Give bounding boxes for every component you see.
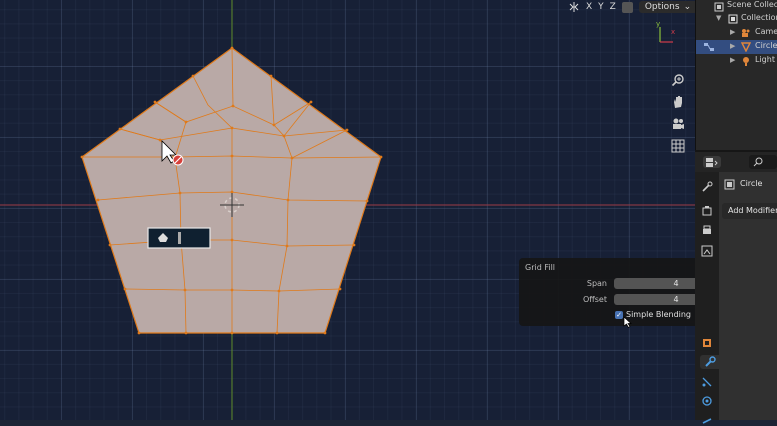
scene-collection-icon [714,2,724,12]
mirror-x-toggle[interactable]: X [586,2,592,12]
tool-tab-icon[interactable] [700,180,714,194]
keycast-overlay [147,227,211,249]
chevron-right-icon[interactable]: ▶ [730,56,735,64]
outliner-item-camera[interactable]: ▶ Camera [696,26,777,40]
gizmo-x-label: x [671,28,675,36]
mirror-axis-icon[interactable] [568,1,580,13]
mesh-canvas[interactable]: x y [0,0,695,420]
add-modifier-button[interactable]: Add Modifier [722,203,777,219]
gizmo-y-label: y [656,20,660,28]
viewport-header-tools: X Y Z Options ⌄ [568,0,695,14]
chevron-right-icon[interactable]: ▶ [730,28,735,36]
xray-toggle-icon[interactable] [621,1,633,13]
chevron-down-icon[interactable]: ▼ [716,14,721,22]
offset-field[interactable]: 4 [614,294,695,305]
mirror-z-toggle[interactable]: Z [610,2,616,12]
modifier-wrench-tab-icon[interactable] [700,355,719,369]
render-tab-icon[interactable] [700,204,714,218]
mesh-object-icon [741,42,751,52]
camera-view-icon[interactable] [669,115,687,133]
constraints-tab-icon[interactable] [700,412,714,426]
object-data-icon [724,179,735,190]
camera-icon [742,29,750,37]
outliner-panel[interactable]: Scene Collection ▼ Collection ▶ Camera ▶… [695,0,777,150]
options-dropdown[interactable]: Options ⌄ [638,1,695,13]
outliner-label: Light [755,55,775,64]
simple-blending-label[interactable]: Simple Blending [626,310,691,319]
view-layer-tab-icon[interactable] [700,244,714,258]
options-label: Options [644,2,680,12]
outliner-label: Circle [755,41,777,50]
simple-blending-checkbox[interactable]: ✓ [615,311,623,319]
pan-hand-icon[interactable] [669,93,687,111]
output-tab-icon[interactable] [700,224,714,238]
physics-tab-icon[interactable] [700,394,714,408]
outliner-item-light[interactable]: ▶ Light [696,54,777,68]
zoom-icon[interactable] [669,71,687,89]
span-label: Span [586,279,607,288]
collection-icon [728,14,738,24]
properties-content: Circle Add Modifier [719,172,777,420]
mirror-y-toggle[interactable]: Y [598,2,604,12]
search-field[interactable] [749,155,777,169]
panel-title[interactable]: Grid Fill [525,263,555,272]
outliner-item-collection[interactable]: ▼ Collection [696,12,777,26]
outliner-label: Scene Collection [727,0,777,9]
outliner-label: Camera [755,27,777,36]
particles-tab-icon[interactable] [700,375,714,389]
span-field[interactable]: 4 [614,278,695,289]
chevron-right-icon[interactable]: ▶ [730,42,735,50]
grid-fill-operator-panel[interactable]: Grid Fill Span 4 Offset 4 ✓ Simple Blend… [519,258,695,328]
properties-tab-bar [695,172,719,424]
editor-type-icon[interactable] [703,156,721,168]
object-name[interactable]: Circle [740,179,762,188]
outliner-item-circle[interactable]: ▶ Circle [696,40,777,54]
properties-header [695,150,777,174]
3d-viewport[interactable]: x y X Y Z Options ⌄ Grid Fill Span 4 Off… [0,0,695,420]
light-icon [743,57,749,66]
mouse-cursor-icon [623,316,632,328]
offset-label: Offset [582,295,607,304]
outliner-label: Collection [741,13,777,22]
axis-gizmo[interactable]: x y [656,20,675,43]
chevron-down-icon: ⌄ [683,2,692,12]
grid-ortho-icon[interactable] [669,137,687,155]
search-icon [753,157,763,167]
object-tab-icon[interactable] [700,336,714,350]
modifier-link-icon [704,43,714,51]
